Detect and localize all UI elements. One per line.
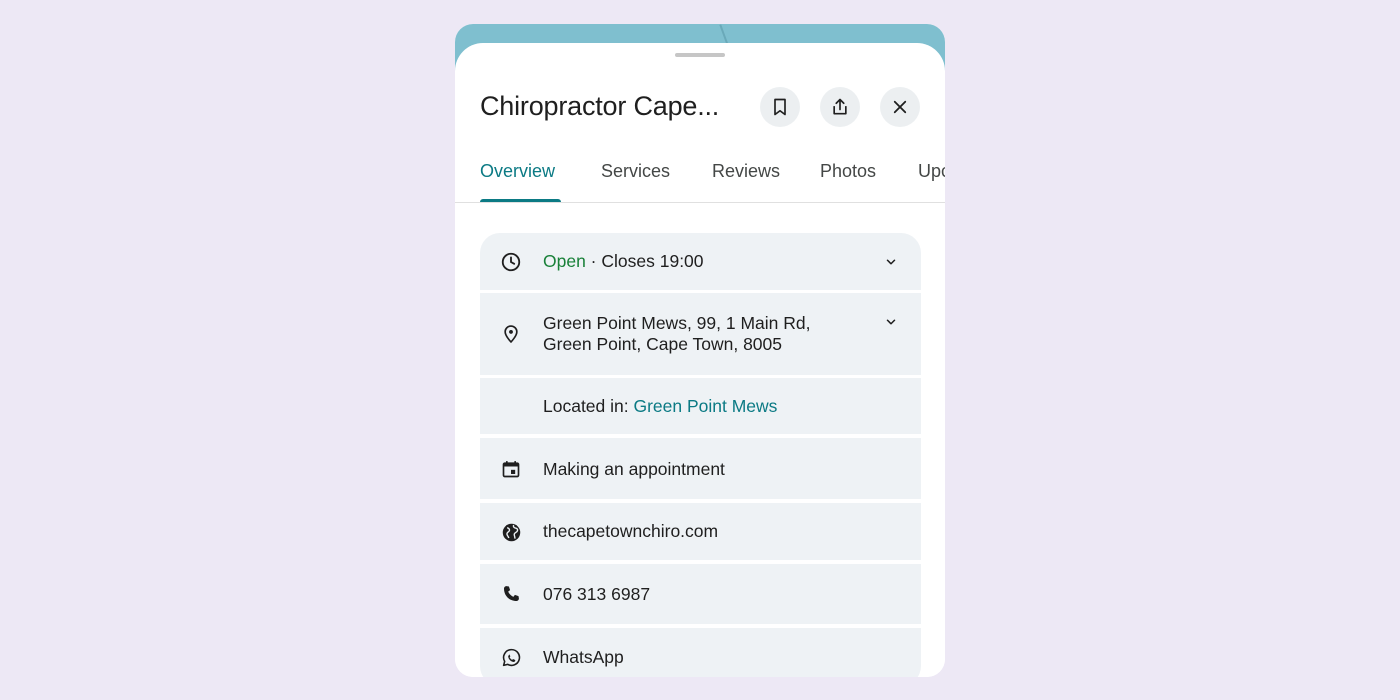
closing-time: Closes 19:00 [601, 251, 704, 271]
address-row[interactable]: Green Point Mews, 99, 1 Main Rd, Green P… [480, 293, 921, 375]
hours-separator: · [585, 251, 602, 271]
place-card: Chiropractor Cape... Overview Services R… [455, 24, 945, 677]
tab-updates[interactable]: Upc [918, 161, 945, 182]
appointment-text: Making an appointment [543, 459, 725, 479]
clock-icon [500, 251, 522, 273]
place-sheet: Chiropractor Cape... Overview Services R… [455, 43, 945, 677]
located-in-label: Located in: [543, 396, 634, 416]
save-button[interactable] [760, 87, 800, 127]
located-in-link[interactable]: Green Point Mews [633, 396, 777, 416]
hours-row[interactable]: Open · Closes 19:00 [480, 233, 921, 290]
whatsapp-icon [500, 646, 522, 668]
website-text[interactable]: thecapetownchiro.com [543, 521, 718, 542]
close-icon [891, 98, 909, 116]
website-row[interactable]: thecapetownchiro.com [480, 503, 921, 560]
located-in-text: Located in: Green Point Mews [543, 396, 777, 417]
tab-photos[interactable]: Photos [820, 161, 876, 182]
tab-reviews[interactable]: Reviews [712, 161, 780, 182]
bookmark-icon [770, 97, 790, 117]
tab-bar: Overview Services Reviews Photos Upc [455, 149, 945, 203]
phone-row[interactable]: 076 313 6987 [480, 564, 921, 624]
address-text: Green Point Mews, 99, 1 Main Rd, Green P… [543, 313, 810, 355]
share-button[interactable] [820, 87, 860, 127]
whatsapp-row[interactable]: WhatsApp [480, 628, 921, 677]
chevron-down-icon[interactable] [881, 252, 901, 272]
whatsapp-text[interactable]: WhatsApp [543, 647, 624, 668]
globe-icon [500, 521, 522, 543]
located-in-row: Located in: Green Point Mews [480, 378, 921, 434]
calendar-icon [500, 458, 522, 480]
tab-services[interactable]: Services [601, 161, 670, 182]
drag-handle[interactable] [675, 53, 725, 57]
close-button[interactable] [880, 87, 920, 127]
active-tab-indicator [480, 199, 561, 202]
hours-text: Open · Closes 19:00 [543, 251, 704, 272]
appointment-row[interactable]: Making an appointment [480, 438, 921, 499]
place-title: Chiropractor Cape... [480, 91, 720, 121]
address-line-1: Green Point Mews, 99, 1 Main Rd, [543, 313, 811, 333]
phone-text[interactable]: 076 313 6987 [543, 584, 650, 605]
share-icon [830, 97, 850, 117]
open-status: Open [543, 251, 586, 271]
location-pin-icon [500, 323, 522, 345]
phone-icon [500, 583, 522, 605]
chevron-down-icon[interactable] [881, 312, 901, 332]
address-line-2: Green Point, Cape Town, 8005 [543, 334, 783, 354]
tab-overview[interactable]: Overview [480, 161, 555, 182]
